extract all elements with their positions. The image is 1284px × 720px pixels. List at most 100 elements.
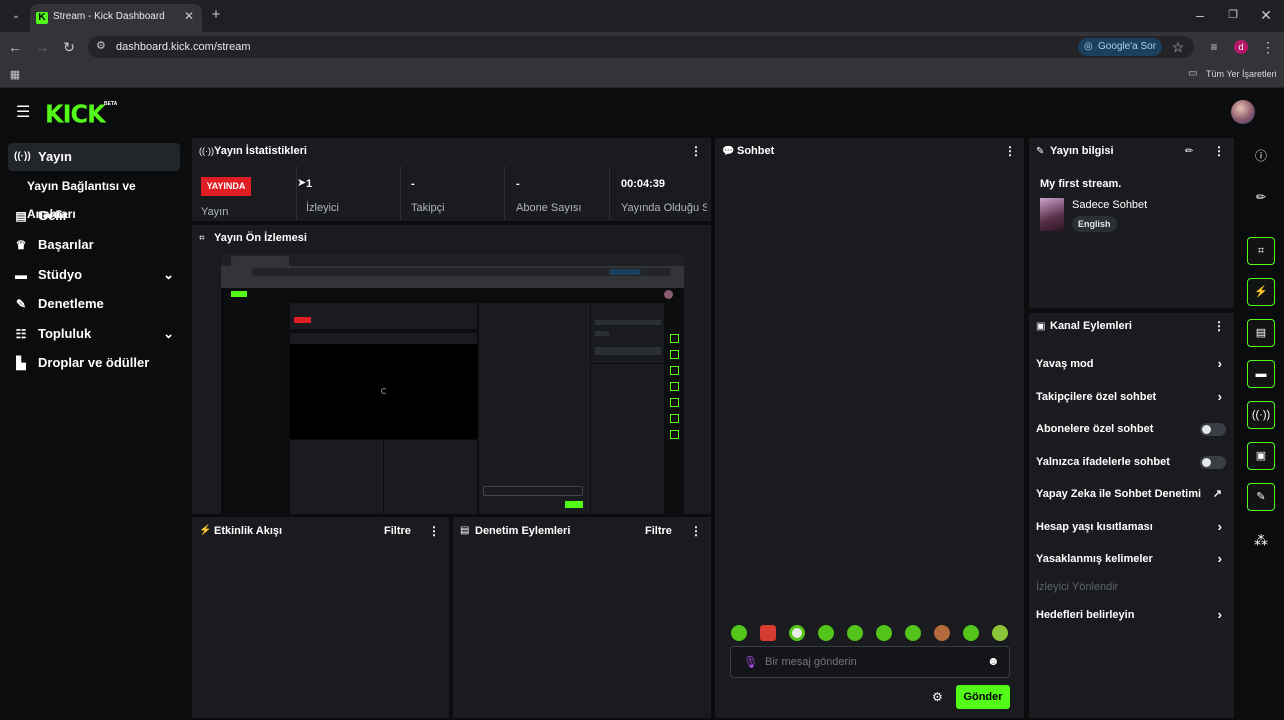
stats-menu-icon[interactable]: ⋮ [690,144,702,158]
moderation-filter-button[interactable]: Filtre [645,525,672,537]
chat-message-input[interactable] [765,653,975,671]
channel-actions-menu-icon[interactable]: ⋮ [1213,319,1225,333]
action-label: Yasaklanmış kelimeler [1036,553,1153,565]
chat-title: Sohbet [737,145,775,157]
window-close-icon[interactable]: ✕ [1258,7,1274,23]
emotes-only-row: Yalnızca ifadelerle sohbet [1036,453,1226,471]
chat-bubble-icon[interactable]: ▬ [1247,360,1275,388]
channel-actions-icon[interactable]: ▣ [1247,442,1275,470]
emotes-only-toggle[interactable] [1200,456,1226,469]
add-widget-icon[interactable]: ⁂ [1251,530,1271,550]
edit-pencil-icon[interactable]: ✏ [1251,187,1271,207]
sidebar-item-label: Denetleme [38,296,104,311]
category-name[interactable]: Sadece Sohbet [1072,199,1147,211]
broadcast-icon[interactable]: ((·)) [1247,401,1275,429]
browser-tab[interactable]: K Stream - Kick Dashboard ✕ [30,4,202,32]
sidebar-item-label: Topluluk [38,326,92,341]
chat-settings-gear-icon[interactable]: ⚙ [932,690,943,704]
kick-logo[interactable]: KICK [45,99,106,128]
bolt-icon[interactable]: ⚡ [1247,278,1275,306]
viewer-count: 1 [306,178,313,190]
beta-label: BETA [104,101,118,107]
user-avatar[interactable] [1231,100,1255,124]
set-goals-row[interactable]: Hedefleri belirleyin › [1036,606,1226,624]
sidebar-item-stream-key[interactable]: Yayın Bağlantısı ve Anahtarı [8,172,180,221]
sidebar-item-yayin[interactable]: ((·)) Yayın [8,143,180,171]
minimize-icon[interactable]: – [1192,7,1208,23]
stats-title: Yayın İstatistikleri [214,145,307,157]
emote-icon[interactable] [789,625,805,641]
emote-icon[interactable] [934,625,950,641]
browser-menu-icon[interactable]: ⋮ [1260,39,1276,55]
sidebar-item-droplar[interactable]: ▙ Droplar ve ödüller [8,349,180,377]
bookmark-star-icon[interactable]: ☆ [1170,39,1186,55]
back-icon[interactable]: ← [7,39,23,55]
microphone-icon[interactable]: 🎙 [743,655,758,669]
sidebar-item-basarilar[interactable]: ♛ Başarılar [8,231,180,259]
bolt-icon: ⚡ [199,525,212,536]
action-label: Yavaş mod [1036,358,1094,370]
stat-label: Yayın [201,206,229,218]
tab-close-icon[interactable]: ✕ [184,9,194,23]
tab-search-icon[interactable]: ⌄ [8,8,24,24]
wrench-icon: ✎ [15,297,27,311]
google-ask-button[interactable]: ◎ Google'a Sor [1078,38,1162,56]
slow-mode-row[interactable]: Yavaş mod › [1036,355,1226,373]
followers-only-row[interactable]: Takipçilere özel sohbet › [1036,388,1226,406]
moderation-menu-icon[interactable]: ⋮ [690,524,702,538]
info-icon[interactable]: ⓘ [1251,146,1271,166]
preview-toggle-icon[interactable]: ⌗ [1247,237,1275,265]
emote-icon[interactable] [818,625,834,641]
stat-label: Yayında Olduğu Süre [621,202,707,214]
stream-preview-video[interactable] [221,254,684,514]
emote-icon[interactable] [992,625,1008,641]
site-info-icon[interactable]: ⚙ [96,39,106,52]
sidebar-item-denetleme[interactable]: ✎ Denetleme [8,290,180,318]
preview-title: Yayın Ön İzlemesi [214,232,307,244]
all-bookmarks-link[interactable]: Tüm Yer İşaretleri [1206,69,1277,79]
ai-moderation-row[interactable]: Yapay Zeka ile Sohbet Denetimi ↗ [1036,485,1226,503]
emote-icon[interactable] [905,625,921,641]
activity-menu-icon[interactable]: ⋮ [428,524,440,538]
stream-title: My first stream. [1040,178,1122,190]
activity-filter-button[interactable]: Filtre [384,525,411,537]
reload-icon[interactable]: ↻ [61,39,77,55]
send-button[interactable]: Gönder [956,685,1010,709]
url-bar[interactable]: ⚙ dashboard.kick.com/stream [88,36,1194,58]
google-ask-label: Google'a Sor [1098,41,1157,52]
document-icon[interactable]: ▤ [1247,319,1275,347]
edit-pencil-icon[interactable]: ✏ [1185,146,1193,157]
profile-avatar[interactable]: d [1234,40,1248,54]
emote-icon[interactable] [731,625,747,641]
wrench-icon[interactable]: ✎ [1247,483,1275,511]
category-thumbnail[interactable] [1040,198,1064,231]
sidebar-item-topluluk[interactable]: ☷ Topluluk ⌄ [8,320,180,348]
chat-menu-icon[interactable]: ⋮ [1004,144,1016,158]
sidebar-item-studyo[interactable]: ▬ Stüdyo ⌄ [8,261,180,289]
media-icon[interactable]: ≡ [1206,39,1222,55]
hamburger-menu-icon[interactable]: ☰ [16,102,30,122]
uptime-label-clip: Yayında Olduğu Süre [621,202,707,218]
stream-info-menu-icon[interactable]: ⋮ [1213,144,1225,158]
emote-icon[interactable] [876,625,892,641]
subscribers-only-toggle[interactable] [1200,423,1226,436]
account-age-row[interactable]: Hesap yaşı kısıtlaması › [1036,518,1226,536]
emoji-icon[interactable]: ☻ [987,654,1000,668]
activity-feed-panel [192,517,449,718]
chevron-right-icon: › [1217,519,1222,534]
action-label: Abonelere özel sohbet [1036,423,1154,435]
action-label: Yapay Zeka ile Sohbet Denetimi [1036,488,1202,500]
emote-icon[interactable] [847,625,863,641]
emote-icon[interactable] [963,625,979,641]
forward-icon[interactable]: → [34,39,50,55]
action-label: Takipçilere özel sohbet [1036,391,1157,403]
emote-icon[interactable] [760,625,776,641]
sidebar-item-gelir[interactable]: ▤ Gelir [8,202,180,230]
banned-words-row[interactable]: Yasaklanmış kelimeler › [1036,550,1226,568]
kick-favicon: K [36,12,48,24]
restore-icon[interactable]: ❐ [1225,7,1241,23]
stream-info-title: Yayın bilgisi [1050,145,1114,157]
chat-input-box[interactable]: 🎙 ☻ [730,646,1010,678]
new-tab-icon[interactable]: + [208,7,224,23]
apps-grid-icon[interactable]: ▦ [7,67,23,83]
